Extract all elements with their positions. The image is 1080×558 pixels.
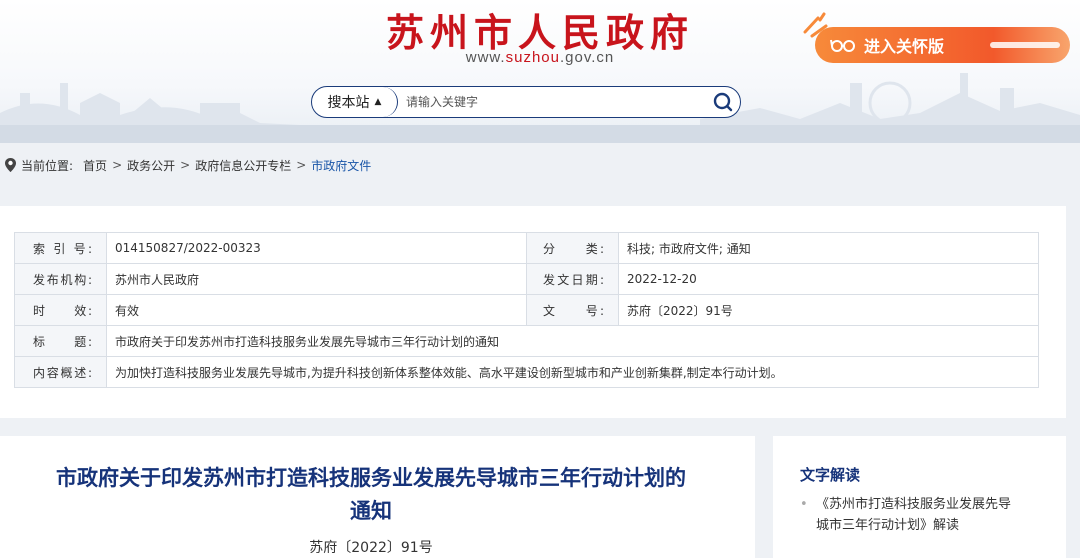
breadcrumb: 当前位置: 首页 > 政务公开 > 政府信息公开专栏 > 市政府文件 (0, 152, 371, 178)
docno-label: 文 号: (526, 294, 619, 326)
care-stripe-decoration (990, 42, 1060, 48)
summary-label: 内容概述: (14, 356, 107, 388)
breadcrumb-home[interactable]: 首页 (83, 157, 107, 174)
table-row: 索 引 号: 014150827/2022-00323 分 类: 科技; 市政府… (14, 232, 1039, 264)
category-value: 科技; 市政府文件; 通知 (618, 232, 1039, 264)
site-url-suffix: .gov.cn (559, 49, 615, 66)
index-value: 014150827/2022-00323 (106, 232, 527, 264)
interpretation-sidebar: 文字解读 • 《苏州市打造科技服务业发展先导 城市三年行动计划》解读 (773, 436, 1066, 558)
document-info-table: 索 引 号: 014150827/2022-00323 分 类: 科技; 市政府… (14, 232, 1039, 388)
publisher-label: 发布机构: (14, 263, 107, 295)
search-scope-select[interactable]: 搜本站 ▲ (312, 87, 398, 117)
article-title-line1: 市政府关于印发苏州市打造科技服务业发展先导城市三年行动计划的 (56, 466, 686, 490)
title-value: 市政府关于印发苏州市打造科技服务业发展先导城市三年行动计划的通知 (106, 325, 1039, 357)
docno-value: 苏府〔2022〕91号 (618, 294, 1039, 326)
title-label: 标 题: (14, 325, 107, 357)
sidebar-title: 文字解读 (800, 466, 861, 484)
table-row: 内容概述: 为加快打造科技服务业发展先导城市,为提升科技创新体系整体效能、高水平… (14, 356, 1039, 388)
care-mode-banner: 进入关怀版 (800, 12, 1080, 82)
article-content: 市政府关于印发苏州市打造科技服务业发展先导城市三年行动计划的 通知 苏府〔202… (0, 436, 755, 558)
validity-value: 有效 (106, 294, 527, 326)
site-url-prefix: www. (465, 49, 506, 66)
breadcrumb-gov-affairs[interactable]: 政务公开 (127, 157, 175, 174)
search-button[interactable] (706, 87, 740, 117)
document-info-panel: 索 引 号: 014150827/2022-00323 分 类: 科技; 市政府… (0, 206, 1066, 418)
date-value: 2022-12-20 (618, 263, 1039, 295)
bullet: • (800, 497, 808, 512)
interpretation-link[interactable]: • 《苏州市打造科技服务业发展先导 城市三年行动计划》解读 (800, 494, 1050, 536)
table-row: 发布机构: 苏州市人民政府 发文日期: 2022-12-20 (14, 263, 1039, 295)
breadcrumb-current[interactable]: 市政府文件 (311, 157, 371, 174)
glasses-icon (830, 39, 855, 52)
interpretation-link-line1: 《苏州市打造科技服务业发展先导 (816, 497, 1012, 512)
publisher-value: 苏州市人民政府 (106, 263, 527, 295)
location-pin-icon (5, 158, 16, 172)
summary-value: 为加快打造科技服务业发展先导城市,为提升科技创新体系整体效能、高水平建设创新型城… (106, 356, 1039, 388)
index-label: 索 引 号: (14, 232, 107, 264)
article-title: 市政府关于印发苏州市打造科技服务业发展先导城市三年行动计划的 通知 (0, 462, 742, 528)
breadcrumb-prefix: 当前位置: (21, 158, 74, 173)
search-icon (713, 92, 733, 112)
breadcrumb-separator: > (180, 158, 191, 172)
site-header: 苏州市人民政府 www.suzhou.gov.cn 进入关怀版 搜本站 ▲ (0, 0, 1080, 143)
breadcrumb-info-column[interactable]: 政府信息公开专栏 (195, 157, 291, 174)
category-label: 分 类: (526, 232, 619, 264)
table-row: 时 效: 有效 文 号: 苏府〔2022〕91号 (14, 294, 1039, 326)
table-row: 标 题: 市政府关于印发苏州市打造科技服务业发展先导城市三年行动计划的通知 (14, 325, 1039, 357)
date-label: 发文日期: (526, 263, 619, 295)
search-bar: 搜本站 ▲ (311, 86, 741, 118)
interpretation-link-line2: 城市三年行动计划》解读 (816, 518, 960, 533)
site-url-highlight: suzhou (505, 49, 560, 66)
validity-label: 时 效: (14, 294, 107, 326)
care-mode-label: 进入关怀版 (864, 37, 945, 56)
caret-up-icon: ▲ (374, 97, 382, 107)
breadcrumb-separator: > (296, 158, 307, 172)
breadcrumb-separator: > (112, 158, 123, 172)
search-input[interactable] (398, 87, 706, 117)
search-scope-label: 搜本站 (327, 95, 370, 111)
article-doc-number: 苏府〔2022〕91号 (309, 540, 433, 556)
article-title-line2: 通知 (350, 499, 392, 523)
